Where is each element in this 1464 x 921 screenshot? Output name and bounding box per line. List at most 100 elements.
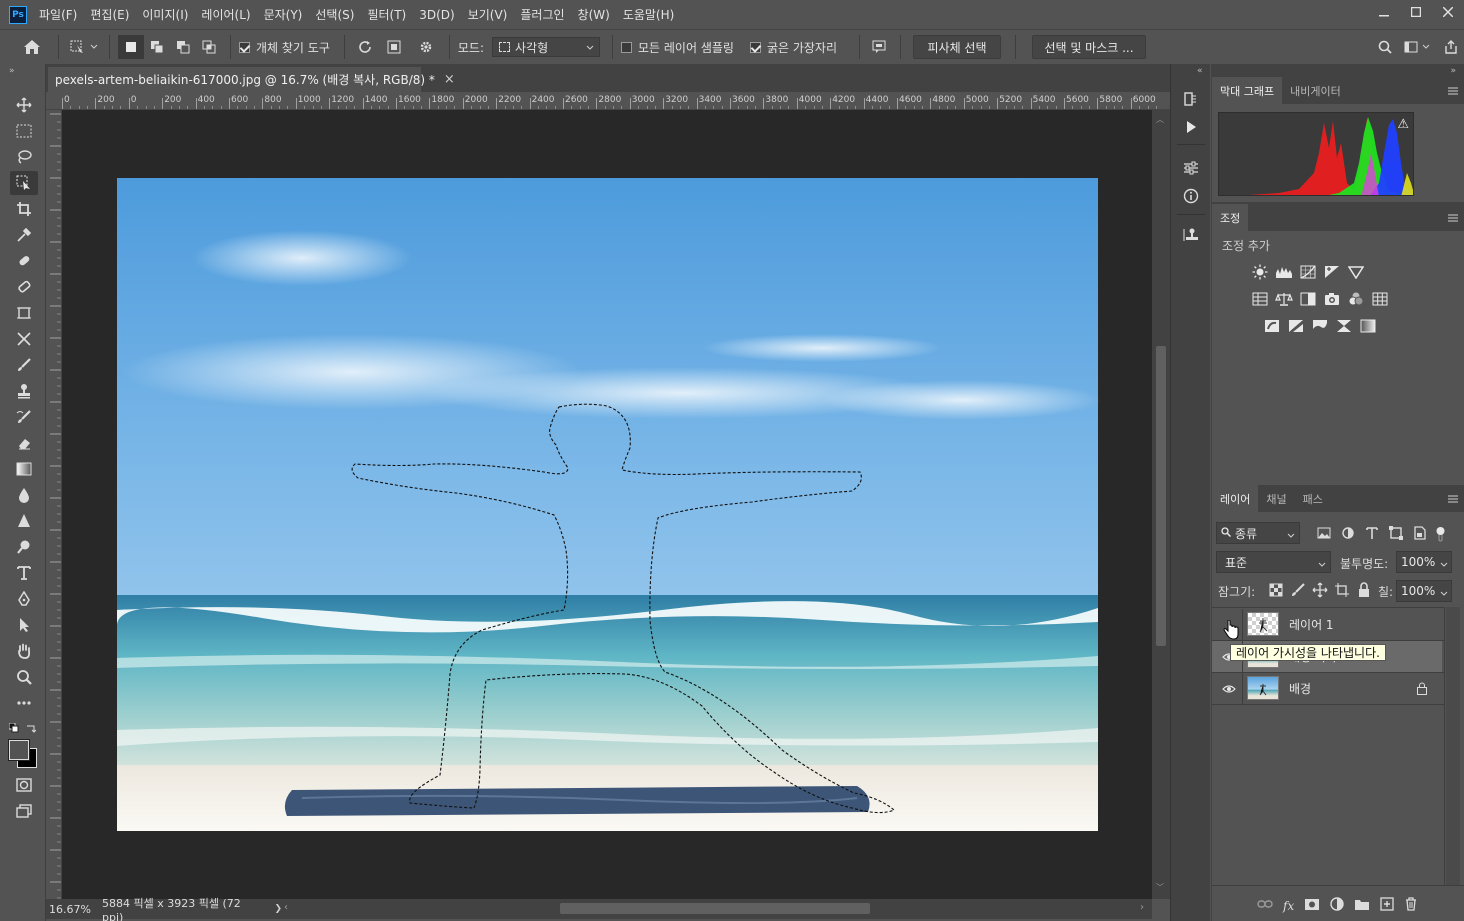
sharpen-tool-icon[interactable] [10,509,38,533]
collapse-panels-icon[interactable]: « [1197,66,1203,76]
tab-channels[interactable]: 채널 [1258,485,1294,512]
subtract-from-selection-icon[interactable] [170,35,196,59]
invert-icon[interactable] [1260,316,1284,336]
info-panel-icon[interactable] [1179,185,1203,207]
menu-layer[interactable]: 레이어(L) [201,6,250,23]
brightness-contrast-icon[interactable] [1248,262,1272,282]
mode-dropdown[interactable]: 사각형 [492,37,600,57]
scroll-right-icon[interactable]: › [1140,902,1144,913]
color-balance-icon[interactable] [1272,289,1296,309]
gear-icon[interactable] [411,35,441,59]
dodge-tool-icon[interactable] [10,535,38,559]
layer-row[interactable]: 배경 [1212,673,1442,704]
menu-file[interactable]: 파일(F) [39,6,77,23]
eraser-tool-icon[interactable] [10,431,38,455]
delete-layer-icon[interactable] [1404,897,1418,914]
share-icon[interactable] [1438,35,1464,59]
rectangular-marquee-tool-icon[interactable] [10,119,38,143]
show-all-objects-icon[interactable] [377,35,411,59]
sample-all-layers-checkbox[interactable] [621,41,632,53]
menu-type[interactable]: 문자(Y) [264,6,303,23]
threshold-icon[interactable] [1308,316,1332,336]
menu-image[interactable]: 이미지(I) [142,6,188,23]
panel-menu-icon[interactable] [1448,212,1458,225]
path-selection-icon[interactable] [10,613,38,637]
tab-adjustments[interactable]: 조정 [1212,204,1249,231]
scroll-down-icon[interactable]: ﹀ [1156,882,1164,893]
menu-window[interactable]: 창(W) [578,6,610,23]
refresh-icon[interactable] [353,35,377,59]
filter-adjustment-layers-icon[interactable] [1339,526,1357,545]
feedback-icon[interactable] [868,35,892,59]
filter-type-layers-icon[interactable] [1363,526,1381,545]
clone-source-icon[interactable] [1179,224,1203,246]
eye-icon[interactable] [1221,683,1237,695]
new-layer-icon[interactable] [1380,897,1394,914]
layer-filter-dropdown[interactable]: 종류 [1216,522,1300,544]
search-icon[interactable] [1372,35,1398,59]
spot-healing-brush-icon[interactable] [10,249,38,273]
expand-panels-icon[interactable]: » [1450,66,1456,76]
quick-mask-icon[interactable] [10,773,38,797]
lock-position-icon[interactable] [1312,582,1328,601]
content-aware-move-icon[interactable] [10,327,38,351]
photo-filter-icon[interactable] [1320,289,1344,309]
default-colors-icon[interactable] [8,722,19,736]
pen-tool-icon[interactable] [10,587,38,611]
hand-tool-icon[interactable] [10,639,38,663]
frame-tool-icon[interactable] [10,301,38,325]
exposure-icon[interactable] [1320,262,1344,282]
layer-row[interactable]: 레이어 1 [1212,609,1442,640]
crop-tool-icon[interactable] [10,197,38,221]
canvas-area[interactable] [62,110,1152,899]
scroll-up-icon[interactable]: ︿ [1156,114,1164,125]
menu-select[interactable]: 선택(S) [315,6,354,23]
vertical-scrollbar[interactable]: ︿ ﹀ [1152,110,1170,899]
panel-menu-icon[interactable] [1448,493,1458,506]
panel-menu-icon[interactable] [1448,85,1458,98]
document-tab[interactable]: pexels-artem-beliaikin-617000.jpg @ 16.7… [48,67,455,92]
tab-layers[interactable]: 레이어 [1212,485,1259,512]
document-image[interactable] [62,110,1152,899]
select-and-mask-button[interactable]: 선택 및 마스크 ... [1032,35,1147,59]
selective-color-icon[interactable] [1332,316,1356,336]
vibrance-icon[interactable] [1344,262,1368,282]
blur-tool-icon[interactable] [10,483,38,507]
intersect-selection-icon[interactable] [196,35,222,59]
filter-toggle-icon[interactable] [1435,526,1447,545]
close-icon[interactable] [1432,0,1464,24]
link-layers-icon[interactable] [1257,898,1273,913]
channel-mixer-icon[interactable] [1344,289,1368,309]
levels-icon[interactable] [1272,262,1296,282]
minimize-icon[interactable] [1368,0,1400,24]
lasso-tool-icon[interactable] [10,145,38,169]
object-selection-tool-icon[interactable] [10,171,38,195]
opacity-field[interactable]: 100% [1396,551,1452,573]
menu-3d[interactable]: 3D(D) [419,8,454,22]
new-selection-icon[interactable] [118,35,144,59]
workspace-switcher-icon[interactable] [1398,35,1438,59]
type-tool-icon[interactable] [10,561,38,585]
brush-tool-icon[interactable] [10,353,38,377]
select-subject-button[interactable]: 피사체 선택 [913,35,1002,59]
properties-panel-icon[interactable] [1179,157,1203,179]
layer-effects-icon[interactable]: fx [1283,899,1294,913]
tab-paths[interactable]: 패스 [1295,485,1331,512]
menu-help[interactable]: 도움말(H) [623,6,675,23]
lock-image-pixels-icon[interactable] [1290,582,1306,601]
menu-edit[interactable]: 편집(E) [90,6,129,23]
tab-navigator[interactable]: 내비게이터 [1282,77,1349,104]
scroll-left-icon[interactable]: ‹ [284,902,288,913]
collapse-tools-icon[interactable]: » [9,66,15,76]
curves-icon[interactable] [1296,262,1320,282]
home-icon[interactable] [14,35,50,59]
new-adjustment-layer-icon[interactable] [1330,897,1344,914]
screen-mode-icon[interactable] [10,799,38,823]
status-menu-arrow-icon[interactable]: ❯ [274,904,282,914]
filter-pixel-layers-icon[interactable] [1315,526,1333,545]
zoom-level[interactable]: 16.67% [49,903,98,916]
menu-view[interactable]: 보기(V) [468,6,508,23]
horizontal-scrollbar[interactable]: ‹ › [282,899,1152,919]
lock-all-icon[interactable] [1356,582,1372,601]
move-tool-icon[interactable] [10,93,38,117]
